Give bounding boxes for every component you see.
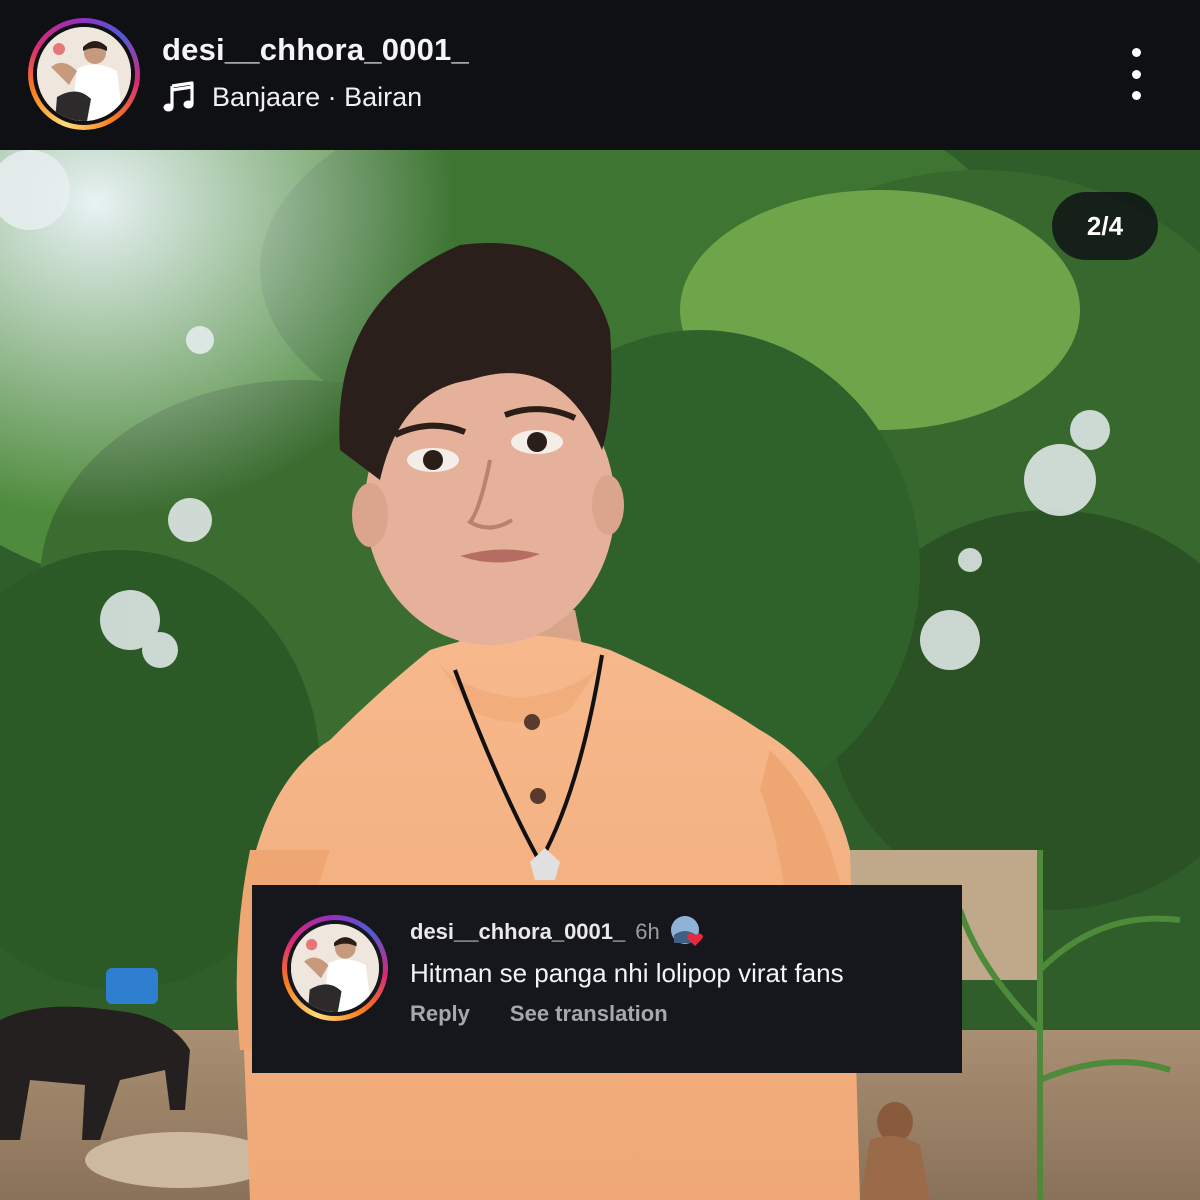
profile-avatar: [37, 27, 131, 121]
more-vertical-icon[interactable]: [1118, 48, 1154, 100]
media-counter: 2/4: [1052, 192, 1158, 260]
post-header: desi__chhora_0001_ Banjaare · Bairan: [0, 0, 1200, 150]
music-label: Banjaare · Bairan: [212, 81, 423, 112]
comment-text: Hitman se panga nhi lolipop virat fans: [410, 958, 844, 988]
music-attribution[interactable]: Banjaare · Bairan: [162, 80, 422, 114]
music-note-icon: [163, 81, 194, 112]
see-translation-button[interactable]: See translation: [510, 1001, 668, 1027]
comment-header: desi__chhora_0001_ 6h: [410, 915, 704, 949]
comment-timestamp: 6h: [635, 919, 660, 944]
comment-card: desi__chhora_0001_ 6h Hitman se panga nh…: [252, 885, 962, 1073]
liked-by-author-heart-icon: [670, 916, 703, 946]
comment-username[interactable]: desi__chhora_0001_: [410, 919, 625, 945]
post-username[interactable]: desi__chhora_0001_: [162, 32, 469, 68]
comment-actions: Reply See translation: [410, 1001, 708, 1027]
comment-avatar-image: [291, 924, 379, 1012]
story-ring-avatar[interactable]: [28, 18, 140, 130]
comment-avatar[interactable]: [282, 915, 388, 1021]
reply-button[interactable]: Reply: [410, 1001, 470, 1027]
